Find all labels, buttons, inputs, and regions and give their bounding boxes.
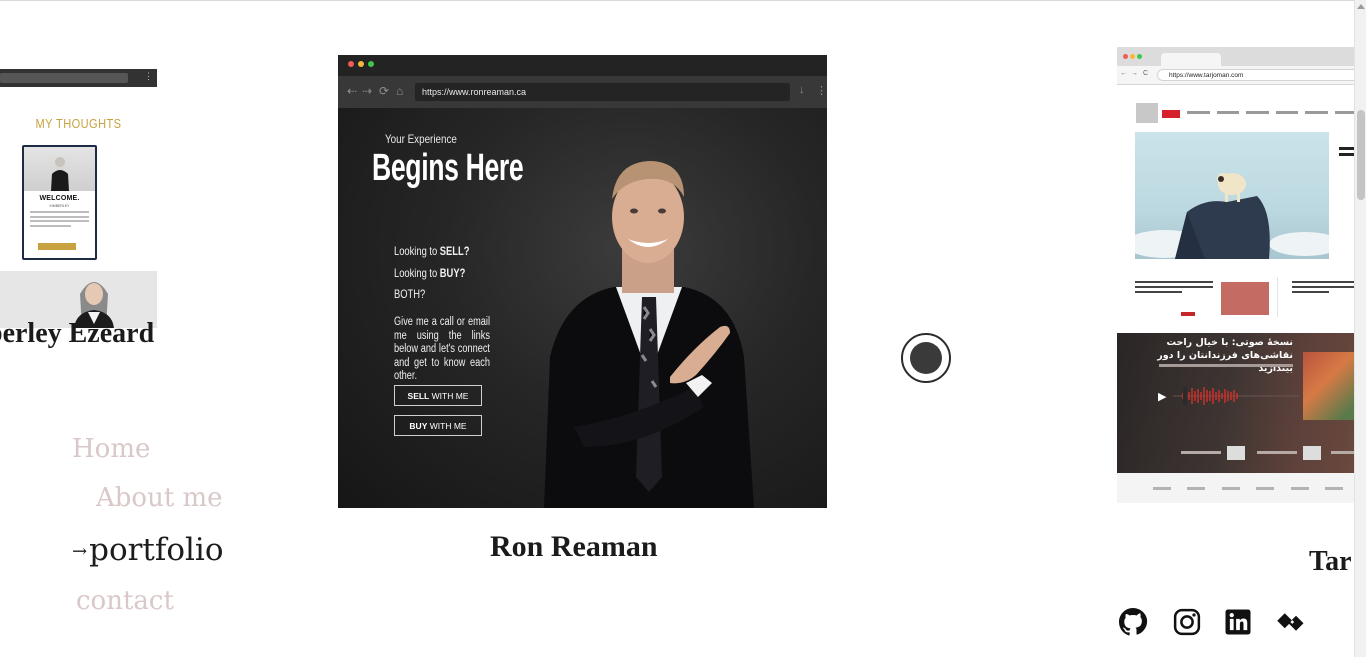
arrow-right-icon: → [72,541,88,562]
address-bar: https://www.ronreaman.ca [415,83,790,101]
instagram-icon[interactable] [1172,607,1202,637]
scrollbar-thumb[interactable] [1357,110,1365,200]
preview-welcome: WELCOME. [39,195,80,202]
hero-body-text: Give me a call or email me using the lin… [394,316,490,382]
person-silhouette-icon [51,157,69,191]
buy-with-me-button: BUY WITH ME [394,415,482,436]
codepen-diamond-icon[interactable] [1276,607,1306,637]
browser-menu-icon: ⋮ [816,85,827,97]
download-icon: ↓ [799,84,805,96]
pug-on-rock-illustration-icon [1135,173,1329,259]
browser-titlebar [1117,47,1366,66]
hero-sell-question: Looking to SELL? [394,244,470,258]
article-snippet-lines [1135,281,1213,296]
article-thumbnail [1221,282,1269,315]
preview-text-lines [30,211,89,229]
audio-feature-subtitle [1159,364,1293,367]
card-title-tarjoman[interactable]: Tar [1309,546,1352,578]
window-maximize-dot [368,61,374,67]
address-bar [0,73,128,83]
forward-arrow-icon: ⇢ [362,84,373,98]
article-separator [1277,277,1278,317]
nav-portfolio-label: portfolio [89,532,224,568]
carousel-cursor-indicator[interactable] [901,333,951,383]
preview-button [38,243,76,250]
indicator-dot [910,342,942,374]
scroll-up-arrow-icon[interactable] [1357,4,1365,9]
preview-welcome-sub: KIMBERLEY [49,204,70,208]
site-logo [1136,103,1158,123]
card-title-kimberley[interactable]: berley Ezeard [0,318,154,350]
forward-arrow-icon: → [1131,70,1138,77]
article-tag [1181,312,1195,316]
site-menu [1187,109,1357,115]
top-divider [0,0,1366,1]
hero-kicker: Your Experience [385,132,457,146]
github-icon[interactable] [1118,607,1148,637]
hero-buy-question: Looking to BUY? [394,266,466,280]
vertical-scrollbar[interactable] [1354,0,1366,657]
window-close-dot [348,61,354,67]
home-icon: ⌂ [396,84,404,98]
audio-feature-title: نسخهٔ صوتی: با خیال راحت نقاشی‌های فرزند… [1157,337,1293,374]
window-close-dot [1123,54,1128,59]
back-arrow-icon: ⇠ [347,84,358,98]
browser-titlebar [338,55,827,76]
nav-home[interactable]: Home [72,434,150,464]
sell-with-me-button: SELL WITH ME [394,385,482,406]
card-title-ron[interactable]: Ron Reaman [490,530,658,564]
hero-headline: Begins Here [372,147,524,189]
portfolio-card-tarjoman-preview[interactable]: ← → C https://www.tarjoman.com نسخهٔ صوت… [1117,47,1366,503]
portfolio-card-kimberley-preview[interactable]: ⋮ MY THOUGHTS WELCOME. KIMBERLEY [0,69,157,328]
address-bar: https://www.tarjoman.com [1157,69,1366,81]
man-in-suit-portrait-icon [544,161,754,508]
site-footer [1117,473,1366,503]
window-maximize-dot [1137,54,1142,59]
preview-welcome-card: WELCOME. KIMBERLEY [24,147,95,258]
browser-menu-icon: ⋮ [144,71,153,81]
subscribe-button [1162,110,1180,118]
browser-toolbar: ⋮ [0,69,157,87]
nav-about[interactable]: About me [96,483,223,513]
nav-portfolio[interactable]: →portfolio [72,532,224,568]
audio-feature-section: نسخهٔ صوتی: با خیال راحت نقاشی‌های فرزند… [1117,333,1366,473]
nav-contact[interactable]: contact [76,586,174,616]
linkedin-icon[interactable] [1223,607,1253,637]
window-minimize-dot [358,61,364,67]
featured-illustration [1135,132,1329,259]
window-minimize-dot [1130,54,1135,59]
portfolio-card-ron-preview[interactable]: ⇠ ⇢ ⟳ ⌂ https://www.ronreaman.ca ↓ ⋮ You… [338,55,827,508]
audio-waveform-icon [1173,387,1299,405]
play-icon: ▶ [1158,391,1167,403]
hero-both-question: BOTH? [394,287,426,301]
reload-icon: ⟳ [379,84,390,98]
preview-heading: MY THOUGHTS [35,116,122,131]
back-arrow-icon: ← [1120,70,1127,77]
browser-tab [1161,53,1221,66]
audio-related-list [1117,433,1366,473]
reload-icon: C [1143,70,1149,77]
